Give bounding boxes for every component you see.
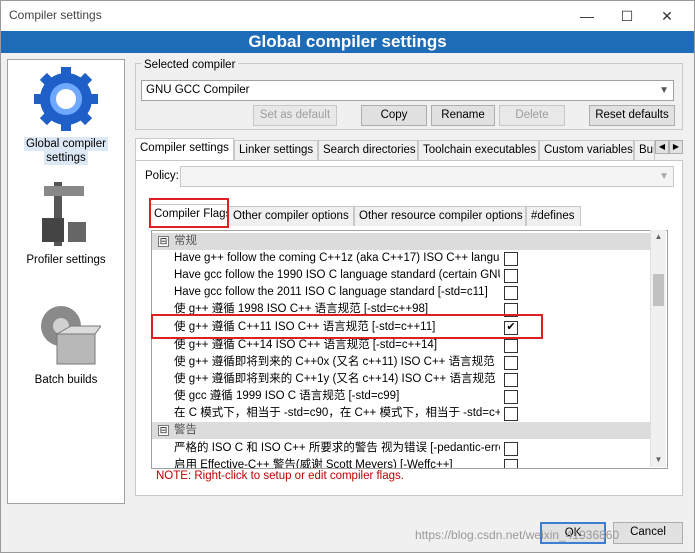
flag-checkbox[interactable] bbox=[504, 286, 518, 300]
tab-scroll-left-icon[interactable]: ◀ bbox=[655, 140, 669, 154]
flag-checkbox[interactable] bbox=[504, 390, 518, 404]
flag-label: Have g++ follow the coming C++1z (aka C+… bbox=[174, 252, 500, 264]
watermark: https://blog.csdn.net/weixin_41936860 bbox=[415, 528, 620, 542]
list-item[interactable]: Have gcc follow the 2011 ISO C language … bbox=[152, 284, 652, 301]
policy-label: Policy: bbox=[145, 170, 179, 182]
flag-label: 严格的 ISO C 和 ISO C++ 所要求的警告 视为错误 [-pedant… bbox=[174, 442, 500, 454]
list-item[interactable]: 在 C 模式下，相当于 -std=c90，在 C++ 模式下，相当于 -std=… bbox=[152, 405, 652, 422]
title-bar: Compiler settings — ☐ ✕ bbox=[1, 1, 694, 31]
category-label: Global compiler bbox=[24, 137, 108, 151]
tab-custom-variables[interactable]: Custom variables bbox=[539, 140, 634, 160]
list-item[interactable]: 使 g++ 遵循即将到来的 C++1y (又名 c++14) ISO C++ 语… bbox=[152, 371, 652, 388]
page-title: Global compiler settings bbox=[1, 31, 694, 53]
category-label: 警告 bbox=[174, 424, 197, 436]
flags-note: NOTE: Right-click to setup or edit compi… bbox=[156, 470, 404, 482]
list-item[interactable]: 严格的 ISO C 和 ISO C++ 所要求的警告 视为错误 [-pedant… bbox=[152, 440, 652, 457]
cancel-button[interactable]: Cancel bbox=[613, 522, 683, 544]
flag-label: 使 g++ 遵循即将到来的 C++1y (又名 c++14) ISO C++ 语… bbox=[174, 373, 496, 385]
category-label: Profiler settings bbox=[26, 254, 106, 266]
selected-compiler-legend: Selected compiler bbox=[141, 59, 239, 71]
list-item[interactable]: 使 gcc 遵循 1999 ISO C 语言规范 [-std=c99] bbox=[152, 388, 652, 405]
flag-checkbox[interactable] bbox=[504, 373, 518, 387]
flag-label: 启用 Effective-C++ 警告(威谢 Scott Meyers) [-W… bbox=[174, 459, 453, 469]
flag-label: 在 C 模式下，相当于 -std=c90，在 C++ 模式下，相当于 -std=… bbox=[174, 407, 500, 419]
tab-scroll-right-icon[interactable]: ▶ bbox=[669, 140, 683, 154]
window-title: Compiler settings bbox=[9, 8, 102, 22]
category-label: 常规 bbox=[174, 235, 197, 247]
category-global-compiler-settings[interactable]: Global compiler settings bbox=[8, 64, 124, 165]
scrollbar-thumb[interactable] bbox=[653, 274, 664, 306]
delete-button[interactable]: Delete bbox=[499, 105, 565, 126]
caliper-icon bbox=[42, 182, 86, 246]
maximize-icon[interactable]: ☐ bbox=[612, 5, 642, 27]
tab-linker-settings[interactable]: Linker settings bbox=[234, 140, 318, 160]
flag-label: 使 gcc 遵循 1999 ISO C 语言规范 [-std=c99] bbox=[174, 390, 400, 402]
flag-label: 使 g++ 遵循 C++14 ISO C++ 语言规范 [-std=c++14] bbox=[174, 339, 438, 351]
list-item[interactable]: 启用 Effective-C++ 警告(威谢 Scott Meyers) [-W… bbox=[152, 457, 652, 469]
compiler-select[interactable]: GNU GCC Compiler ▼ bbox=[141, 80, 674, 101]
close-icon[interactable]: ✕ bbox=[652, 5, 682, 27]
category-profiler-settings[interactable]: Profiler settings bbox=[8, 178, 124, 267]
compiler-select-value: GNU GCC Compiler bbox=[146, 84, 250, 96]
category-batch-builds[interactable]: Batch builds bbox=[8, 298, 124, 387]
compiler-flags-list[interactable]: ⊟ 常规 Have g++ follow the coming C++1z (a… bbox=[151, 230, 668, 469]
tab-build-options[interactable]: Bui bbox=[634, 140, 655, 160]
flag-checkbox[interactable] bbox=[504, 442, 518, 456]
flag-category-general[interactable]: ⊟ 常规 bbox=[152, 233, 652, 250]
highlight-cpp11-flag bbox=[151, 314, 543, 339]
flag-checkbox[interactable] bbox=[504, 407, 518, 421]
copy-button[interactable]: Copy bbox=[361, 105, 427, 126]
list-item[interactable]: 使 g++ 遵循 C++14 ISO C++ 语言规范 [-std=c++14] bbox=[152, 337, 652, 354]
policy-select[interactable]: ▼ bbox=[180, 166, 674, 187]
flag-label: Have gcc follow the 2011 ISO C language … bbox=[174, 286, 488, 298]
chevron-down-icon: ▼ bbox=[659, 171, 669, 182]
tab-other-resource-compiler-options[interactable]: Other resource compiler options bbox=[354, 206, 526, 226]
chevron-down-icon: ▼ bbox=[659, 85, 669, 96]
flag-checkbox[interactable] bbox=[504, 339, 518, 353]
tab-defines[interactable]: #defines bbox=[526, 206, 581, 226]
gear-icon bbox=[34, 67, 98, 131]
category-label-line2: settings bbox=[44, 151, 88, 165]
flag-checkbox[interactable] bbox=[504, 356, 518, 370]
reset-defaults-button[interactable]: Reset defaults bbox=[589, 105, 675, 126]
flag-checkbox[interactable] bbox=[504, 269, 518, 283]
flag-label: 使 g++ 遵循即将到来的 C++0x (又名 c++11) ISO C++ 语… bbox=[174, 356, 495, 368]
gear-box-icon bbox=[41, 306, 102, 365]
collapse-icon[interactable]: ⊟ bbox=[158, 425, 169, 436]
tab-compiler-settings[interactable]: Compiler settings bbox=[135, 138, 234, 160]
highlight-compiler-flags-tab bbox=[149, 198, 229, 228]
list-item[interactable]: Have g++ follow the coming C++1z (aka C+… bbox=[152, 250, 652, 267]
list-item[interactable]: Have gcc follow the 1990 ISO C language … bbox=[152, 267, 652, 284]
flags-scrollbar[interactable]: ▲ ▼ bbox=[650, 230, 666, 467]
tab-search-directories[interactable]: Search directories bbox=[318, 140, 418, 160]
scroll-up-icon[interactable]: ▲ bbox=[651, 230, 666, 244]
minimize-icon[interactable]: — bbox=[572, 5, 602, 27]
flag-checkbox[interactable] bbox=[504, 252, 518, 266]
category-label: Batch builds bbox=[34, 374, 98, 386]
collapse-icon[interactable]: ⊟ bbox=[158, 236, 169, 247]
scroll-down-icon[interactable]: ▼ bbox=[651, 453, 666, 467]
flag-label: Have gcc follow the 1990 ISO C language … bbox=[174, 269, 500, 281]
flag-checkbox[interactable] bbox=[504, 459, 518, 468]
set-as-default-button[interactable]: Set as default bbox=[253, 105, 337, 126]
main-tab-strip: Compiler settings Linker settings Search… bbox=[135, 138, 655, 161]
flag-category-warnings[interactable]: ⊟ 警告 bbox=[152, 422, 652, 439]
tab-toolchain-executables[interactable]: Toolchain executables bbox=[418, 140, 539, 160]
rename-button[interactable]: Rename bbox=[431, 105, 495, 126]
tab-other-compiler-options[interactable]: Other compiler options bbox=[228, 206, 354, 226]
list-item[interactable]: 使 g++ 遵循即将到来的 C++0x (又名 c++11) ISO C++ 语… bbox=[152, 354, 652, 371]
settings-category-list: Global compiler settings Profiler settin… bbox=[7, 59, 125, 504]
compiler-settings-window: Compiler settings — ☐ ✕ Global compiler … bbox=[0, 0, 695, 553]
